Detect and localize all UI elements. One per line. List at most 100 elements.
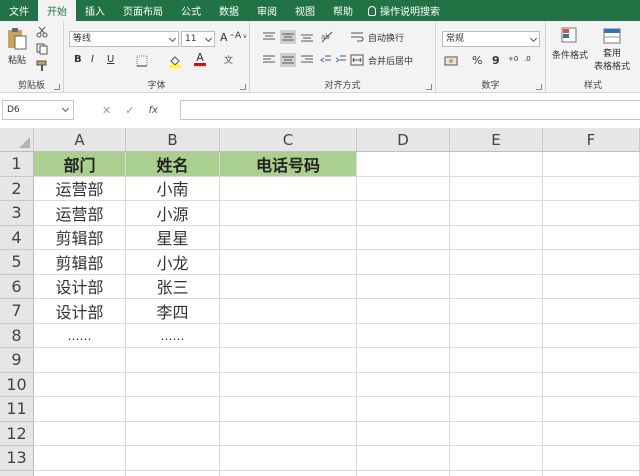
cell-f14[interactable] (543, 470, 640, 476)
align-left-icon[interactable] (262, 54, 276, 66)
shrink-font-button[interactable]: Av (235, 31, 247, 41)
tab-insert[interactable]: 插入 (76, 0, 114, 21)
tab-review[interactable]: 审阅 (248, 0, 286, 21)
clipboard-launcher-icon[interactable] (54, 84, 60, 90)
cell-d13[interactable] (357, 446, 450, 471)
align-middle-icon[interactable] (280, 30, 296, 44)
cell-e12[interactable] (450, 421, 543, 446)
row-header-8[interactable]: 8 (0, 323, 34, 348)
increase-indent-icon[interactable] (335, 54, 347, 66)
cell-d11[interactable] (357, 397, 450, 422)
cell-a13[interactable] (34, 446, 126, 471)
accounting-format-icon[interactable] (444, 55, 458, 67)
row-header-7[interactable]: 7 (0, 299, 34, 324)
cell-d7[interactable] (357, 299, 450, 324)
cell-d12[interactable] (357, 421, 450, 446)
cell-d5[interactable] (357, 250, 450, 275)
name-box[interactable]: D6 (2, 100, 74, 120)
cell-c3[interactable] (220, 201, 357, 226)
percent-button[interactable]: % (472, 54, 482, 67)
cell-c2[interactable] (220, 176, 357, 201)
row-header-13[interactable]: 13 (0, 446, 34, 471)
cell-b3[interactable]: 小源 (126, 201, 220, 226)
format-painter-icon[interactable] (36, 60, 48, 72)
row-header-14[interactable]: 14 (0, 470, 34, 476)
row-header-6[interactable]: 6 (0, 274, 34, 299)
cut-icon[interactable] (36, 26, 48, 38)
row-header-3[interactable]: 3 (0, 201, 34, 226)
merge-center-button[interactable]: 合并后居中 (368, 54, 413, 67)
tell-me-search[interactable]: 操作说明搜索 (362, 0, 440, 21)
cell-a11[interactable] (34, 397, 126, 422)
font-size-combo[interactable]: 11 (181, 31, 215, 47)
column-header-c[interactable]: C (220, 128, 357, 152)
copy-icon[interactable] (36, 43, 48, 55)
cell-e13[interactable] (450, 446, 543, 471)
cell-e1[interactable] (450, 152, 543, 177)
decrease-indent-icon[interactable] (320, 54, 332, 66)
cell-b11[interactable] (126, 397, 220, 422)
cell-d14[interactable] (357, 470, 450, 476)
cell-c5[interactable] (220, 250, 357, 275)
cell-f5[interactable] (543, 250, 640, 275)
orientation-icon[interactable]: ab (320, 30, 336, 44)
cell-b5[interactable]: 小龙 (126, 250, 220, 275)
conditional-format-button[interactable]: 条件格式 (552, 26, 588, 61)
cell-d3[interactable] (357, 201, 450, 226)
cell-b10[interactable] (126, 372, 220, 397)
cell-a12[interactable] (34, 421, 126, 446)
cell-b8[interactable]: …… (126, 323, 220, 348)
cell-e8[interactable] (450, 323, 543, 348)
cell-c1[interactable]: 电话号码 (220, 152, 357, 177)
cell-f2[interactable] (543, 176, 640, 201)
borders-icon[interactable] (136, 55, 148, 67)
column-header-b[interactable]: B (126, 128, 220, 152)
cell-b7[interactable]: 李四 (126, 299, 220, 324)
cell-b4[interactable]: 星星 (126, 225, 220, 250)
cell-d2[interactable] (357, 176, 450, 201)
number-format-combo[interactable]: 常规 (442, 31, 540, 47)
column-header-a[interactable]: A (34, 128, 126, 152)
insert-function-icon[interactable]: fx (148, 105, 157, 116)
cell-c14[interactable] (220, 470, 357, 476)
row-header-11[interactable]: 11 (0, 397, 34, 422)
phonetic-icon[interactable]: 文 (224, 53, 233, 66)
cell-d10[interactable] (357, 372, 450, 397)
row-header-10[interactable]: 10 (0, 372, 34, 397)
cell-c11[interactable] (220, 397, 357, 422)
cell-a2[interactable]: 运营部 (34, 176, 126, 201)
cell-f7[interactable] (543, 299, 640, 324)
tab-page-layout[interactable]: 页面布局 (114, 0, 172, 21)
tab-data[interactable]: 数据 (210, 0, 248, 21)
row-header-5[interactable]: 5 (0, 250, 34, 275)
select-all-button[interactable] (0, 128, 34, 152)
wrap-text-button[interactable]: 自动换行 (368, 31, 404, 44)
cell-f3[interactable] (543, 201, 640, 226)
cell-a8[interactable]: …… (34, 323, 126, 348)
cell-c12[interactable] (220, 421, 357, 446)
cell-c9[interactable] (220, 348, 357, 373)
row-header-9[interactable]: 9 (0, 348, 34, 373)
cell-d4[interactable] (357, 225, 450, 250)
italic-button[interactable]: I (91, 54, 94, 65)
column-header-f[interactable]: F (543, 128, 640, 152)
underline-button[interactable]: U (107, 54, 114, 65)
cancel-icon[interactable]: ✕ (102, 104, 111, 117)
cell-e11[interactable] (450, 397, 543, 422)
cell-e6[interactable] (450, 274, 543, 299)
cell-a1[interactable]: 部门 (34, 152, 126, 177)
cell-a4[interactable]: 剪辑部 (34, 225, 126, 250)
cell-e4[interactable] (450, 225, 543, 250)
cell-e14[interactable] (450, 470, 543, 476)
paste-button[interactable]: 粘贴 (6, 27, 28, 66)
row-header-1[interactable]: 1 (0, 152, 34, 177)
align-bottom-icon[interactable] (300, 31, 314, 43)
row-header-2[interactable]: 2 (0, 176, 34, 201)
cell-a7[interactable]: 设计部 (34, 299, 126, 324)
cell-d8[interactable] (357, 323, 450, 348)
row-header-12[interactable]: 12 (0, 421, 34, 446)
formula-input[interactable] (180, 100, 640, 120)
format-as-table-button[interactable]: 套用 表格格式 (594, 26, 630, 72)
cell-b13[interactable] (126, 446, 220, 471)
cell-e5[interactable] (450, 250, 543, 275)
